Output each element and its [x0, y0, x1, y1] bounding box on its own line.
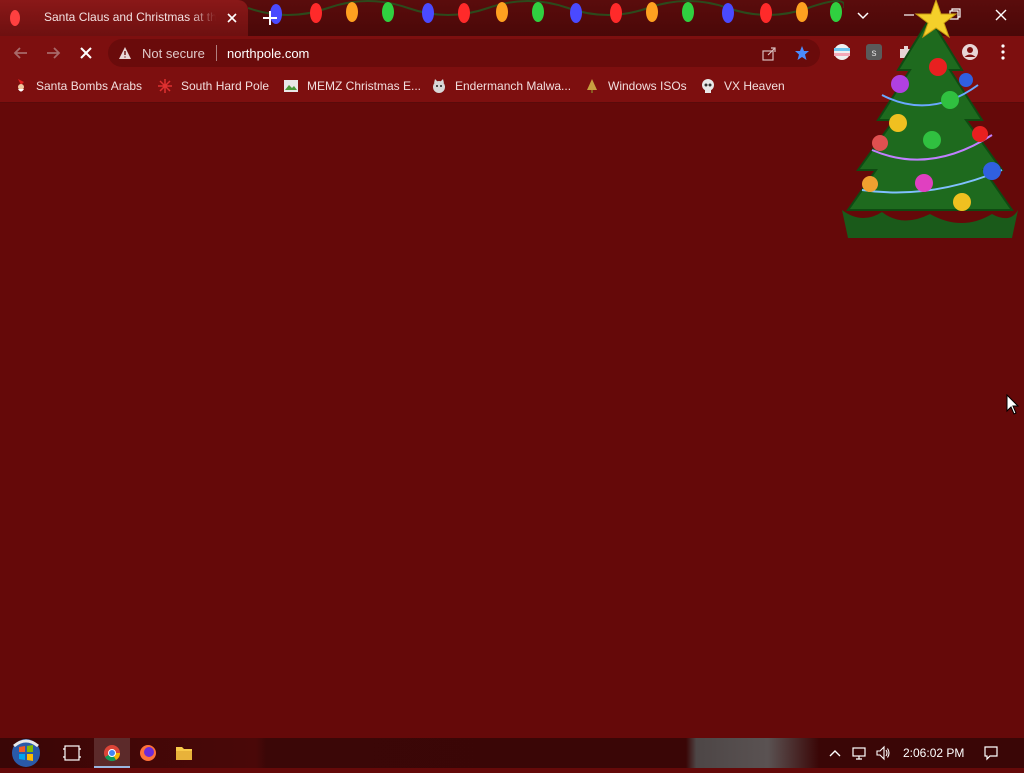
- tab-active[interactable]: Santa Claus and Christmas at the North P…: [0, 0, 248, 36]
- chevron-up-icon[interactable]: [827, 745, 843, 761]
- bookmark-south-hard-pole[interactable]: South Hard Pole: [157, 77, 269, 95]
- url-text[interactable]: northpole.com: [227, 46, 309, 61]
- stop-loading-icon[interactable]: [75, 42, 97, 64]
- forward-arrow-icon[interactable]: [42, 42, 64, 64]
- security-label[interactable]: Not secure: [142, 46, 205, 61]
- windows-start-orb-icon: [12, 739, 40, 767]
- taskbar-firefox[interactable]: [130, 738, 166, 768]
- bookmark-label: South Hard Pole: [181, 79, 270, 93]
- bookmark-label: MEMZ Christmas E...: [307, 79, 422, 93]
- bookmark-windows-isos[interactable]: Windows ISOs: [584, 77, 687, 95]
- task-view-icon: [63, 745, 81, 761]
- skull-icon: [702, 79, 714, 93]
- cat-icon: [433, 79, 445, 93]
- tree-icon: [587, 79, 597, 93]
- volume-icon[interactable]: [875, 745, 891, 761]
- tab-title: Santa Claus and Christmas at the North P…: [44, 10, 216, 24]
- bookmark-label: VX Heaven: [724, 79, 785, 93]
- bookmark-label: Endermanch Malwa...: [455, 79, 572, 93]
- bookmark-star-icon[interactable]: [794, 45, 810, 61]
- image-icon: [284, 80, 298, 92]
- snowflake-icon: [158, 79, 172, 93]
- notification-center-icon[interactable]: [983, 745, 999, 761]
- share-icon[interactable]: [761, 45, 777, 61]
- omnibox-divider: [216, 45, 217, 61]
- bookmark-label: Santa Bombs Arabs: [36, 79, 143, 93]
- address-bar[interactable]: Not secure northpole.com: [108, 39, 820, 67]
- taskbar-file-explorer[interactable]: [166, 738, 202, 768]
- warning-icon[interactable]: [118, 46, 132, 60]
- close-tab-icon[interactable]: [224, 10, 240, 26]
- christmas-tree-image: [842, 0, 1018, 238]
- task-view-button[interactable]: [54, 738, 90, 768]
- folder-icon: [176, 747, 192, 760]
- start-button[interactable]: [8, 738, 44, 768]
- taskbar-clock[interactable]: 2:06:02 PM: [903, 746, 964, 760]
- bookmark-endermanch-malware[interactable]: Endermanch Malwa...: [431, 77, 571, 95]
- bookmark-vx-heaven[interactable]: VX Heaven: [700, 77, 785, 95]
- network-icon[interactable]: [851, 745, 867, 761]
- mouse-cursor-icon: [1006, 394, 1020, 415]
- windows-taskbar: 2:06:02 PM: [0, 738, 1024, 768]
- taskbar-chrome[interactable]: [94, 738, 130, 768]
- christmas-lights-decoration: [247, 0, 846, 36]
- bookmark-santa-bombs-arabs[interactable]: Santa Bombs Arabs: [14, 77, 142, 95]
- back-arrow-icon[interactable]: [10, 42, 32, 64]
- chrome-icon: [104, 745, 121, 762]
- lights-favicon-icon: [10, 10, 20, 26]
- bookmark-label: Windows ISOs: [608, 79, 687, 93]
- firefox-icon: [140, 745, 156, 761]
- bookmark-memz-christmas[interactable]: MEMZ Christmas E...: [283, 77, 421, 95]
- new-tab-icon[interactable]: [260, 8, 280, 28]
- santa-icon: [18, 79, 24, 92]
